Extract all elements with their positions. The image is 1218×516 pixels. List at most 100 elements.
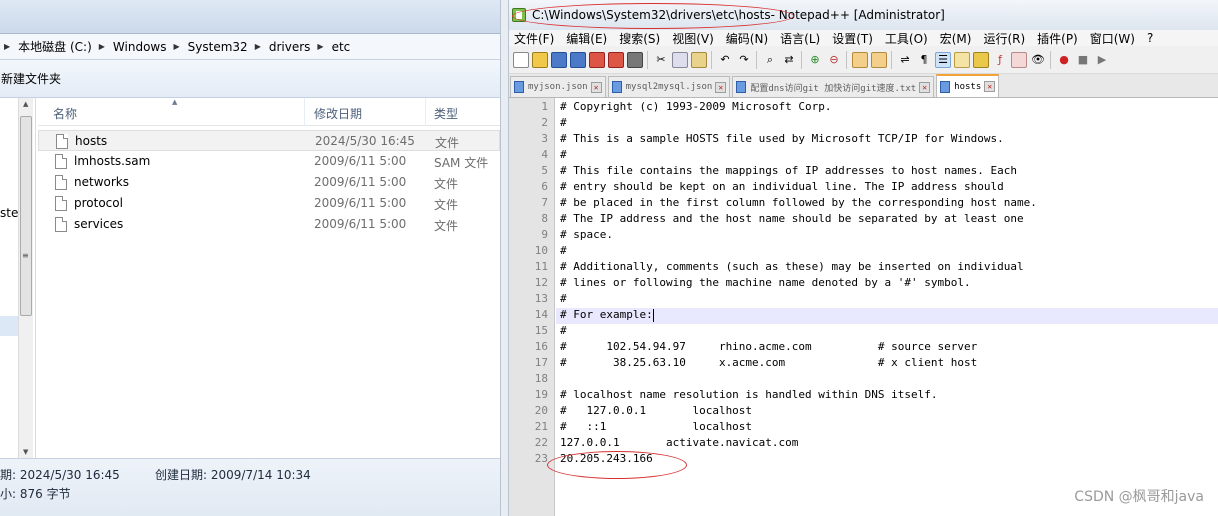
tab-hosts[interactable]: hosts ✕ <box>936 74 1000 97</box>
print-icon[interactable] <box>627 51 643 68</box>
doc-map-icon[interactable] <box>973 51 989 68</box>
close-tab-icon[interactable]: ✕ <box>590 81 602 93</box>
code-line[interactable]: # <box>560 292 567 305</box>
line-number[interactable]: 15 <box>535 324 548 337</box>
code-line[interactable]: # <box>560 116 567 129</box>
code-line[interactable]: # entry should be kept on an individual … <box>560 180 1004 193</box>
save-all-icon[interactable] <box>570 51 586 68</box>
line-number[interactable]: 11 <box>535 260 548 273</box>
scroll-down-icon[interactable]: ▼ <box>23 448 28 456</box>
nav-item-partial-label[interactable]: ste <box>0 206 18 220</box>
monitoring-icon[interactable]: 👁 <box>1030 52 1046 68</box>
nav-scrollbar[interactable]: ▲ ≡ ▼ <box>18 98 33 458</box>
code-line[interactable]: # localhost name resolution is handled w… <box>560 388 938 401</box>
breadcrumb-arrow-icon[interactable]: ▶ <box>174 42 180 51</box>
column-header-date[interactable]: 修改日期 <box>314 105 362 122</box>
zoom-in-icon[interactable]: ⊕ <box>807 52 823 68</box>
breadcrumb-arrow-icon[interactable]: ▶ <box>99 42 105 51</box>
cut-icon[interactable]: ✂ <box>653 52 669 68</box>
breadcrumb-drive[interactable]: 本地磁盘 (C:) <box>18 38 92 55</box>
menu-settings[interactable]: 设置(T) <box>832 30 873 47</box>
replace-icon[interactable]: ⇄ <box>781 52 797 68</box>
close-tab-icon[interactable]: ✕ <box>984 81 996 92</box>
line-number[interactable]: 4 <box>541 148 548 161</box>
line-number[interactable]: 10 <box>535 244 548 257</box>
nav-selected-item[interactable] <box>0 316 18 336</box>
code-line[interactable]: # Copyright (c) 1993-2009 Microsoft Corp… <box>560 100 832 113</box>
menu-encoding[interactable]: 编码(N) <box>726 30 768 47</box>
file-row-hosts[interactable]: hosts 2024/5/30 16:45 文件 <box>38 130 500 151</box>
line-number[interactable]: 1 <box>541 100 548 113</box>
menu-edit[interactable]: 编辑(E) <box>566 30 607 47</box>
menu-plugins[interactable]: 插件(P) <box>1037 30 1078 47</box>
line-number[interactable]: 12 <box>535 276 548 289</box>
open-file-icon[interactable] <box>532 51 548 68</box>
line-number[interactable]: 17 <box>535 356 548 369</box>
tab-dns-config[interactable]: 配置dns访问git 加快访问git速度.txt ✕ <box>732 76 935 97</box>
code-line[interactable]: # lines or following the machine name de… <box>560 276 971 289</box>
code-line[interactable]: # The IP address and the host name shoul… <box>560 212 1024 225</box>
line-number[interactable]: 22 <box>535 436 548 449</box>
code-line[interactable]: # space. <box>560 228 613 241</box>
function-list-icon[interactable]: ƒ <box>992 52 1008 68</box>
code-line[interactable]: # 38.25.63.10 x.acme.com # x client host <box>560 356 977 369</box>
stop-macro-icon[interactable]: ■ <box>1075 52 1091 68</box>
menu-help[interactable]: ? <box>1147 31 1153 45</box>
column-divider[interactable] <box>425 98 426 126</box>
breadcrumb-system32[interactable]: System32 <box>188 40 248 54</box>
tab-mysql2mysql[interactable]: mysql2mysql.json ✕ <box>607 76 731 97</box>
code-line[interactable]: # be placed in the first column followed… <box>560 196 1037 209</box>
line-number[interactable]: 16 <box>535 340 548 353</box>
close-tab-icon[interactable]: ✕ <box>715 81 727 93</box>
breadcrumb-drivers[interactable]: drivers <box>269 40 311 54</box>
close-file-icon[interactable] <box>589 51 605 68</box>
record-macro-icon[interactable]: ● <box>1056 52 1072 68</box>
file-row-services[interactable]: services 2009/6/11 5:00 文件 <box>38 214 500 235</box>
line-number[interactable]: 14 <box>535 308 548 321</box>
column-header-name[interactable]: 名称 <box>53 105 77 122</box>
breadcrumb-arrow-icon[interactable]: ▶ <box>317 42 323 51</box>
breadcrumb-arrow-icon[interactable]: ▶ <box>4 42 10 51</box>
line-number[interactable]: 6 <box>541 180 548 193</box>
save-icon[interactable] <box>551 51 567 68</box>
column-header-type[interactable]: 类型 <box>434 105 458 122</box>
code-line[interactable]: # 102.54.94.97 rhino.acme.com # source s… <box>560 340 977 353</box>
menu-file[interactable]: 文件(F) <box>514 30 554 47</box>
new-folder-button[interactable]: 新建文件夹 <box>1 70 61 87</box>
sync-horizontal-icon[interactable] <box>871 51 887 68</box>
language-define-icon[interactable] <box>954 51 970 68</box>
paste-icon[interactable] <box>691 51 707 68</box>
tab-myjson[interactable]: myjson.json ✕ <box>510 76 606 97</box>
close-tab-icon[interactable]: ✕ <box>919 81 931 93</box>
line-number[interactable]: 20 <box>535 404 548 417</box>
menu-language[interactable]: 语言(L) <box>780 30 820 47</box>
breadcrumb-windows[interactable]: Windows <box>113 40 167 54</box>
menu-window[interactable]: 窗口(W) <box>1090 30 1135 47</box>
line-number[interactable]: 21 <box>535 420 548 433</box>
line-number[interactable]: 19 <box>535 388 548 401</box>
file-row-protocol[interactable]: protocol 2009/6/11 5:00 文件 <box>38 193 500 214</box>
show-all-characters-icon[interactable]: ¶ <box>916 52 932 68</box>
sync-vertical-icon[interactable] <box>852 51 868 68</box>
navigation-pane[interactable]: ste ▲ ≡ ▼ <box>0 98 36 458</box>
word-wrap-icon[interactable]: ⇌ <box>897 52 913 68</box>
nav-scroll-thumb[interactable] <box>20 116 32 316</box>
file-row-networks[interactable]: networks 2009/6/11 5:00 文件 <box>38 172 500 193</box>
copy-icon[interactable] <box>672 51 688 68</box>
undo-icon[interactable]: ↶ <box>717 52 733 68</box>
menu-run[interactable]: 运行(R) <box>983 30 1025 47</box>
line-number[interactable]: 8 <box>541 212 548 225</box>
code-line[interactable]: # ::1 localhost <box>560 420 752 433</box>
code-line[interactable]: 127.0.0.1 activate.navicat.com <box>560 436 798 449</box>
code-line[interactable]: # This is a sample HOSTS file used by Mi… <box>560 132 1004 145</box>
line-number[interactable]: 3 <box>541 132 548 145</box>
code-line[interactable]: # For example: <box>560 308 654 322</box>
new-file-icon[interactable] <box>513 51 529 68</box>
code-line[interactable]: # <box>560 244 567 257</box>
column-divider[interactable] <box>304 98 305 126</box>
menu-search[interactable]: 搜索(S) <box>619 30 660 47</box>
breadcrumb-etc[interactable]: etc <box>332 40 351 54</box>
address-bar[interactable]: ▶ 本地磁盘 (C:) ▶ Windows ▶ System32 ▶ drive… <box>0 34 500 60</box>
zoom-out-icon[interactable]: ⊖ <box>826 52 842 68</box>
folder-as-workspace-icon[interactable] <box>1011 51 1027 68</box>
